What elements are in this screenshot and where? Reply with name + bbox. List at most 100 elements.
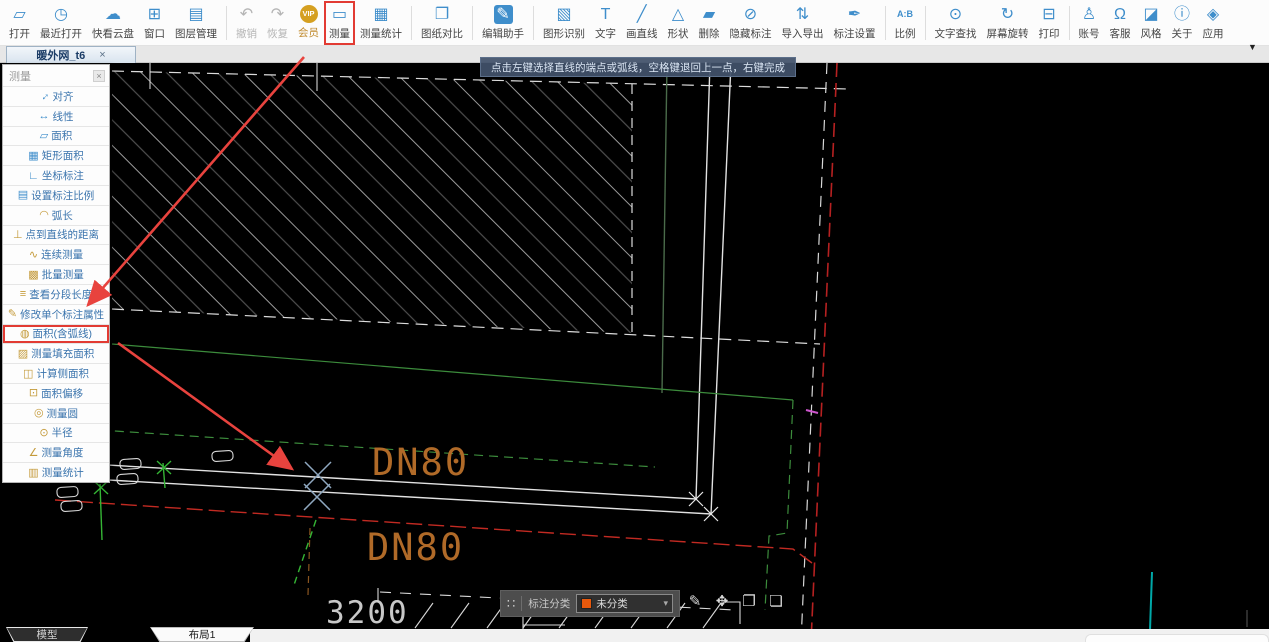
measure-tool-面积(含弧线)[interactable]: ◍ 面积(含弧线) [3,323,109,344]
align-icon: ↔ [35,88,53,105]
rect-area-icon: ▦ [28,149,39,162]
measure-tool-测量圆[interactable]: ◎ 测量圆 [3,402,109,423]
measure-circle-icon: ◎ [33,407,44,420]
toolbar-separator [884,5,886,40]
tab-model-label: 模型 [36,629,58,641]
copy-icon[interactable]: ❐ [740,592,758,610]
measure-tool-计算侧面积[interactable]: ◫ 计算侧面积 [3,363,109,383]
toolbar-button-账号[interactable]: ♙ 账号 [1074,1,1105,45]
toolbar-button-窗口[interactable]: ⊞ 窗口 [139,1,170,45]
toolbar-button-最近打开[interactable]: ◷ 最近打开 [35,1,87,45]
green-dashed-line [54,426,656,468]
drawing-tab-active[interactable]: 暖外网_t6 × [6,46,136,63]
category-dropdown[interactable]: 未分类 ▾ [576,594,673,613]
linear-icon: ↔ [38,110,50,123]
toolbar-button-导入导出[interactable]: ⇅ 导入导出 [777,1,829,45]
toolbar-button-形状[interactable]: △ 形状 [663,1,694,45]
toolbar-button-图形识别[interactable]: ▧ 图形识别 [538,1,590,45]
toolbar-button-编辑助手[interactable]: ✎ 编辑助手 [477,1,529,45]
toolbar-button-应用[interactable]: ◈ 应用 [1198,1,1229,45]
measure-tool-面积[interactable]: ▱ 面积 [3,125,109,146]
continuous-measure-icon: ∿ [28,248,39,261]
measure-tool-矩形面积[interactable]: ▦ 矩形面积 [3,145,109,165]
text-search-icon: ⊙ [948,5,963,23]
measure-tool-修改单个标注属性[interactable]: ✎ 修改单个标注属性 [3,303,109,324]
toolbar-collapse-icon[interactable]: ▼ [1248,42,1257,52]
white-dashed-vertical [800,62,828,642]
toolbar-button-撤销[interactable]: ↶ 撤销 [231,1,262,45]
measure-tool-半径[interactable]: ⊙ 半径 [3,422,109,443]
open-folder-icon: ▱ [13,5,26,23]
toolbar-button-标注设置[interactable]: ✒ 标注设置 [829,1,881,45]
teal-vertical-line [1149,571,1153,631]
screen-rotate-icon: ↻ [1000,5,1015,23]
category-selected-value: 未分类 [596,598,628,610]
hatched-area [112,71,632,333]
toolbar-button-恢复[interactable]: ↷ 恢复 [262,1,293,45]
toolbar-button-删除[interactable]: ▰ 删除 [694,1,725,45]
toolbar-button-文字查找[interactable]: ⊙ 文字查找 [930,1,982,45]
measure-tool-测量统计[interactable]: ▥ 测量统计 [3,462,109,482]
cad-drawing: DN80 DN80 3200 [54,62,1248,642]
measure-tool-批量测量[interactable]: ▩ 批量测量 [3,264,109,284]
toolbar-button-关于[interactable]: ⓘ 关于 [1167,1,1198,45]
toolbar-button-隐藏标注[interactable]: ⊘ 隐藏标注 [725,1,777,45]
toolbar-separator [226,5,227,40]
paste-icon[interactable]: ❏ [767,592,785,610]
edit-note-icon[interactable]: ✎ [686,592,704,610]
measure-tool-测量填充面积[interactable]: ▨ 测量填充面积 [3,343,109,363]
command-tooltip-text: 点击左键选择直线的端点或弧线，空格键退回上一点，右键完成 [491,61,785,74]
snap-x-marker [303,461,332,511]
print-icon: ⊟ [1042,5,1056,23]
toolbar-button-会员[interactable]: VIP 会员 [293,1,324,45]
measure-tool-对齐[interactable]: ↔ 对齐 [3,86,109,106]
toolbar-button-测量[interactable]: ▭ 测量 [324,1,355,45]
toolbar-button-打印[interactable]: ⊟ 打印 [1034,1,1065,45]
toolbar-button-比例[interactable]: A:B 比例 [890,1,921,45]
toolbar-button-画直线[interactable]: ╱ 画直线 [621,1,663,45]
toolbar-button-快看云盘[interactable]: ☁ 快看云盘 [87,1,139,45]
toolbar-button-测量统计[interactable]: ▦ 测量统计 [355,1,407,45]
account-icon: ♙ [1081,5,1097,23]
compare-icon: ❐ [434,5,450,23]
main-toolbar: ▱ 打开 ◷ 最近打开 ☁ 快看云盘 ⊞ 窗口 ▤ 图层管理 ↶ 撤销 ↷ 恢复 [0,0,1269,46]
measure-panel-titlebar: 测量 × [3,65,109,86]
toolbar-button-客服[interactable]: Ω 客服 [1105,1,1136,45]
toolbar-separator [472,5,473,40]
dimension-label-3200: 3200 [326,595,409,631]
measure-tool-连续测量[interactable]: ∿ 连续测量 [3,244,109,264]
close-icon[interactable]: × [99,49,105,61]
close-icon[interactable]: × [93,69,105,82]
toolbar-button-屏幕旋转[interactable]: ↻ 屏幕旋转 [982,1,1034,45]
measure-tool-线性[interactable]: ↔ 线性 [3,105,109,126]
cloud-icon: ☁ [105,5,121,23]
measure-tool-面积偏移[interactable]: ⊡ 面积偏移 [3,382,109,403]
green-survey-marks [93,460,317,586]
draw-line-icon: ╱ [636,5,647,23]
measure-tool-查看分段长度[interactable]: ≡ 查看分段长度 [3,283,109,304]
corner-popup-edge [1085,634,1269,642]
toolbar-separator [924,5,926,40]
tab-layout1[interactable]: 布局1 [150,627,254,642]
toolbar-button-风格[interactable]: ◪ 风格 [1136,1,1167,45]
tab-model-space[interactable]: 模型 [6,627,88,642]
measure-tool-坐标标注[interactable]: ∟ 坐标标注 [3,165,109,185]
redo-icon: ↷ [270,5,285,23]
toolbar-button-打开[interactable]: ▱ 打开 [4,1,35,45]
toolbar-separator [1068,5,1070,40]
toolbar-button-图层管理[interactable]: ▤ 图层管理 [170,1,222,45]
toolbar-button-文字[interactable]: T 文字 [590,1,621,45]
move-icon[interactable]: ✥ [713,592,731,610]
measure-panel: 测量 × ↔ 对齐 ↔ 线性 ▱ 面积 ▦ 矩形面积 ∟ 坐标标注 ▤ 设置标注… [2,64,110,483]
grid-icon[interactable]: ∷ [507,596,515,612]
batch-measure-icon: ▩ [28,268,39,281]
style-icon: ◪ [1143,5,1159,23]
cad-canvas[interactable]: DN80 DN80 3200 [0,62,1269,642]
toolbar-button-图纸对比[interactable]: ❐ 图纸对比 [416,1,468,45]
measure-tool-点到直线的距离[interactable]: ⊥ 点到直线的距离 [3,224,109,245]
measure-tool-设置标注比例[interactable]: ▤ 设置标注比例 [3,184,109,205]
measure-tool-测量角度[interactable]: ∠ 测量角度 [3,442,109,462]
vip-icon: VIP [299,5,318,23]
measure-tool-弧长[interactable]: ◠ 弧长 [3,204,109,225]
command-tooltip: 点击左键选择直线的端点或弧线，空格键退回上一点，右键完成 [480,57,796,77]
